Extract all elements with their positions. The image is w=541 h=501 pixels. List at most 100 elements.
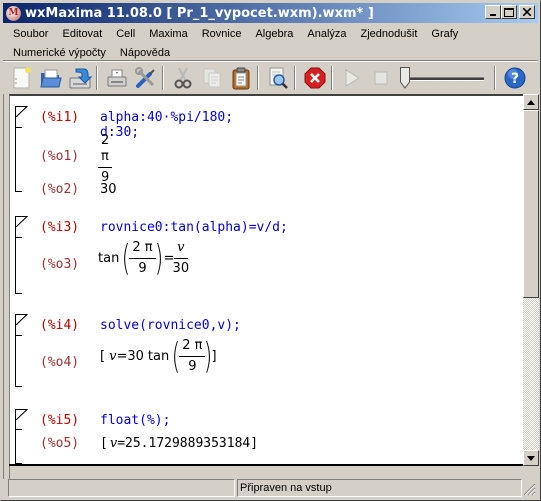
toolbar: ? [3,61,538,94]
scroll-up-button[interactable] [523,94,539,110]
input-code[interactable]: alpha:40·%pi/180; d:30; [100,110,233,140]
input-label: (%i3) [40,220,80,235]
menu-bar: Soubor Editovat Cell Maxima Rovnice Alge… [5,24,525,62]
menu-numericke-vypocty[interactable]: Numerické výpočty [5,47,112,59]
menu-algebra[interactable]: Algebra [247,28,299,40]
title-bar[interactable]: M wxMaxima 11.08.0 [ Pr_1_vypocet.wxm).w… [3,3,538,23]
save-button[interactable] [67,65,93,91]
arrow-down-icon [527,455,535,461]
vertical-scrollbar[interactable] [523,94,539,466]
interrupt-button[interactable] [302,65,328,91]
wxmaxima-logo-icon: M [6,5,21,21]
output-label: (%o1) [40,149,80,164]
status-bar: Připraven na vstup [3,477,538,499]
cut-button[interactable] [170,65,196,91]
arrow-up-icon [527,99,535,105]
input-code[interactable]: float(%); [100,413,170,428]
find-icon [269,67,288,89]
bracket-triangle-icon [16,106,28,118]
paste-button[interactable] [228,65,254,91]
bracket-triangle-icon [16,409,28,421]
help-button[interactable]: ? [502,65,528,91]
close-icon [523,8,531,16]
cell-bracket[interactable] [15,409,28,464]
svg-text:?: ? [511,71,519,87]
new-document-button[interactable] [9,65,35,91]
new-file-icon [13,67,31,89]
maximize-icon [504,7,514,17]
toolbar-separator [257,66,259,90]
menu-grafy[interactable]: Grafy [423,28,464,40]
worksheet[interactable]: (%i1) alpha:40·%pi/180; d:30; (%o1) 2 π … [9,94,524,466]
play-icon [345,69,360,87]
output-value: 30 [100,182,117,197]
window-title: wxMaxima 11.08.0 [ Pr_1_vypocet.wxm).wxm… [25,5,374,21]
output-label: (%o4) [40,355,80,370]
output-value: [ v = 25.1729889353184 ] [100,436,259,451]
minimize-icon [490,14,496,16]
toolbar-separator [494,66,496,90]
minimize-button[interactable] [485,5,501,19]
menu-editovat[interactable]: Editovat [54,28,108,40]
maximize-button[interactable] [501,5,517,19]
save-icon [69,68,92,89]
status-left [8,479,235,497]
close-button[interactable] [519,5,535,19]
menu-zjednodusit[interactable]: Zjednodušit [353,28,424,40]
window-controls [485,5,535,19]
fraction: 2 π 9 [129,240,156,277]
fraction: 2 π 9 [98,133,113,186]
cell-bracket[interactable] [15,216,28,294]
print-button[interactable] [104,65,130,91]
menu-maxima[interactable]: Maxima [141,28,194,40]
scroll-down-button[interactable] [523,450,539,466]
menu-cell[interactable]: Cell [108,28,141,40]
input-label: (%i4) [40,318,80,333]
copy-button[interactable] [199,65,225,91]
print-icon [107,69,127,87]
resize-grip-icon[interactable] [523,483,536,496]
toolbar-separator [96,66,98,90]
output-label: (%o3) [40,257,80,272]
input-code[interactable]: solve(rovnice0,v); [100,318,241,333]
toolbar-separator [162,66,164,90]
bracket-triangle-icon [16,216,28,228]
output-value: [ v = 30 tan ( 2 π 9 ) ] [100,335,217,377]
settings-button[interactable] [133,65,159,91]
find-button[interactable] [265,65,291,91]
slider-thumb[interactable] [400,67,410,89]
menu-soubor[interactable]: Soubor [5,28,54,40]
scroll-thumb[interactable] [523,110,539,298]
menu-analyza[interactable]: Analýza [299,28,352,40]
fraction: v 30 [172,240,190,276]
animation-stop-button[interactable] [368,65,394,91]
worksheet-border [9,464,523,466]
input-label: (%i5) [40,413,80,428]
app-window: M wxMaxima 11.08.0 [ Pr_1_vypocet.wxm).w… [0,0,541,501]
input-code[interactable]: rovnice0:tan(alpha)=v/d; [100,220,288,235]
help-icon: ? [504,67,526,89]
animation-play-button[interactable] [339,65,365,91]
menu-row-1: Soubor Editovat Cell Maxima Rovnice Alge… [5,24,525,43]
clipboard-icon [232,67,250,90]
menu-row-2: Numerické výpočty Nápověda [5,43,525,62]
open-button[interactable] [38,65,64,91]
output-label: (%o2) [40,182,80,197]
folder-open-icon [40,69,62,88]
menu-rovnice[interactable]: Rovnice [194,28,248,40]
status-message: Připraven na vstup [237,479,522,497]
animation-slider[interactable] [400,65,486,91]
copy-icon [203,68,221,88]
toolbar-separator [294,66,296,90]
output-value: tan ( 2 π 9 ) = v 30 [98,237,190,279]
input-label: (%i1) [40,110,80,125]
cell-bracket[interactable] [15,314,28,387]
menu-napoveda[interactable]: Nápověda [112,47,176,59]
tools-icon [135,67,155,88]
output-label: (%o5) [40,436,80,451]
cell-bracket[interactable] [15,106,28,192]
slider-track [406,77,484,81]
output-value: 2 π 9 [98,133,113,186]
toolbar-separator [331,66,333,90]
fraction: 2 π 9 [179,338,206,375]
